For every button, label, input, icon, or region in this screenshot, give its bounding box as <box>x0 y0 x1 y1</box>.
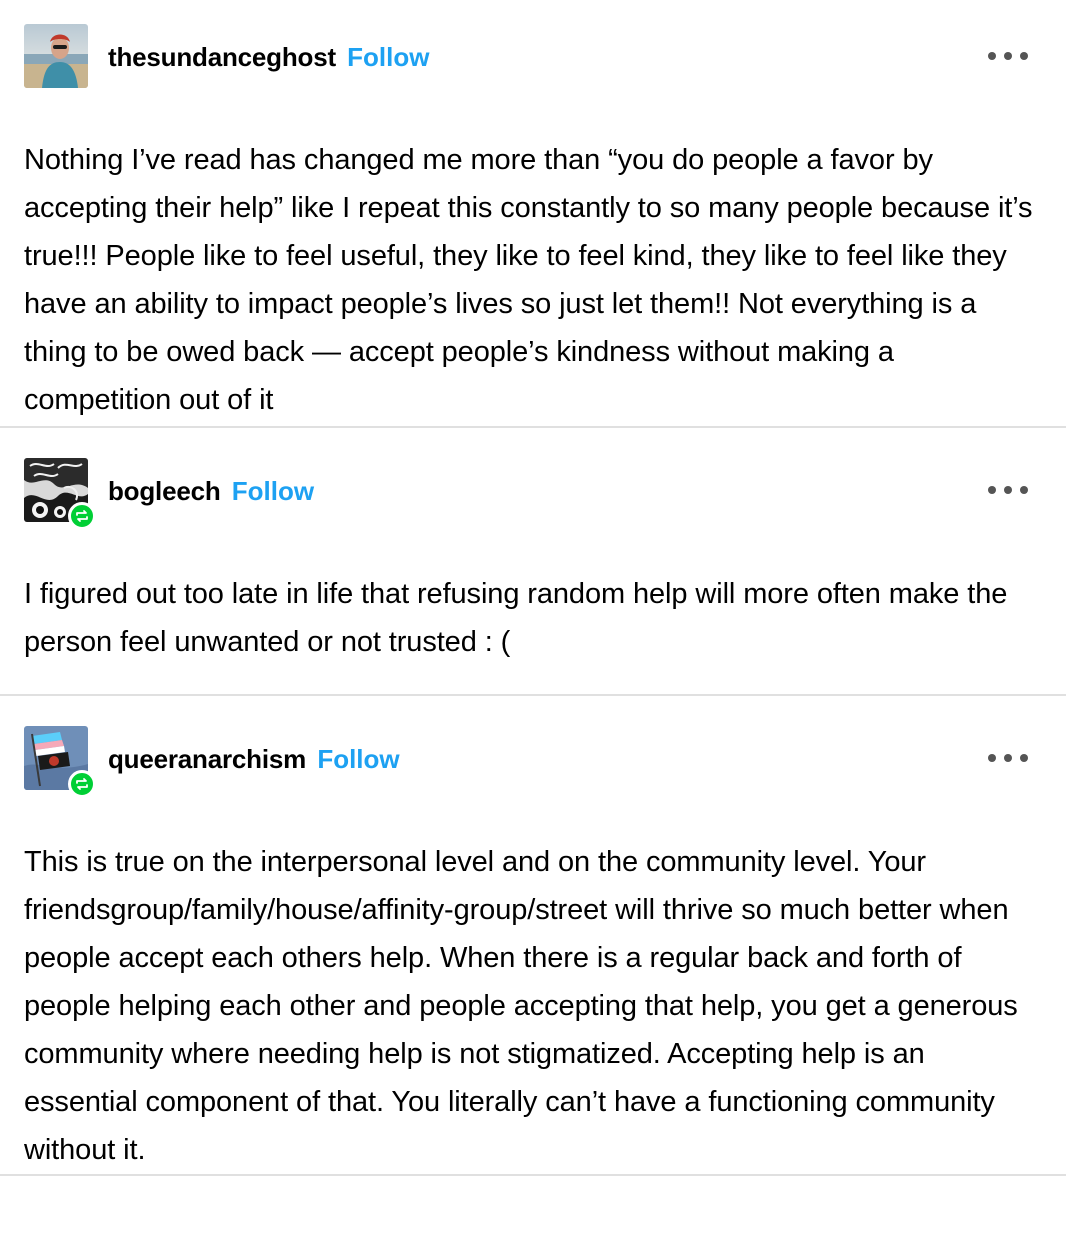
more-options-icon[interactable] <box>988 46 1028 66</box>
avatar[interactable] <box>24 458 96 530</box>
dot <box>988 486 996 494</box>
post: bogleech Follow I figured out too late i… <box>0 428 1066 696</box>
reblog-icon <box>68 770 96 798</box>
username[interactable]: thesundanceghost <box>108 42 336 72</box>
dot <box>1004 52 1012 60</box>
name-row: thesundanceghost Follow <box>108 42 430 72</box>
dot <box>1020 754 1028 762</box>
name-row: queeranarchism Follow <box>108 744 400 774</box>
avatar[interactable] <box>24 24 88 88</box>
dot <box>988 754 996 762</box>
dot <box>1020 52 1028 60</box>
post-header: queeranarchism Follow <box>0 726 1066 798</box>
post-header: bogleech Follow <box>0 458 1066 530</box>
follow-button[interactable]: Follow <box>347 42 429 72</box>
dot <box>988 52 996 60</box>
post-text: Nothing I’ve read has changed me more th… <box>24 144 1033 416</box>
post-header: thesundanceghost Follow <box>0 24 1066 88</box>
dot <box>1004 486 1012 494</box>
follow-button[interactable]: Follow <box>232 476 314 506</box>
post: queeranarchism Follow This is true on th… <box>0 696 1066 1176</box>
username[interactable]: queeranarchism <box>108 744 306 774</box>
name-row: bogleech Follow <box>108 476 314 506</box>
more-options-icon[interactable] <box>988 480 1028 500</box>
username[interactable]: bogleech <box>108 476 221 506</box>
reblog-icon <box>68 502 96 530</box>
more-options-icon[interactable] <box>988 748 1028 768</box>
post: thesundanceghost Follow Nothing I’ve rea… <box>0 0 1066 428</box>
follow-button[interactable]: Follow <box>317 744 399 774</box>
dot <box>1004 754 1012 762</box>
post-text: I figured out too late in life that refu… <box>24 578 1008 658</box>
dot <box>1020 486 1028 494</box>
avatar[interactable] <box>24 726 96 798</box>
post-text: This is true on the interpersonal level … <box>24 846 1018 1166</box>
avatar-beach-photo <box>24 24 88 88</box>
